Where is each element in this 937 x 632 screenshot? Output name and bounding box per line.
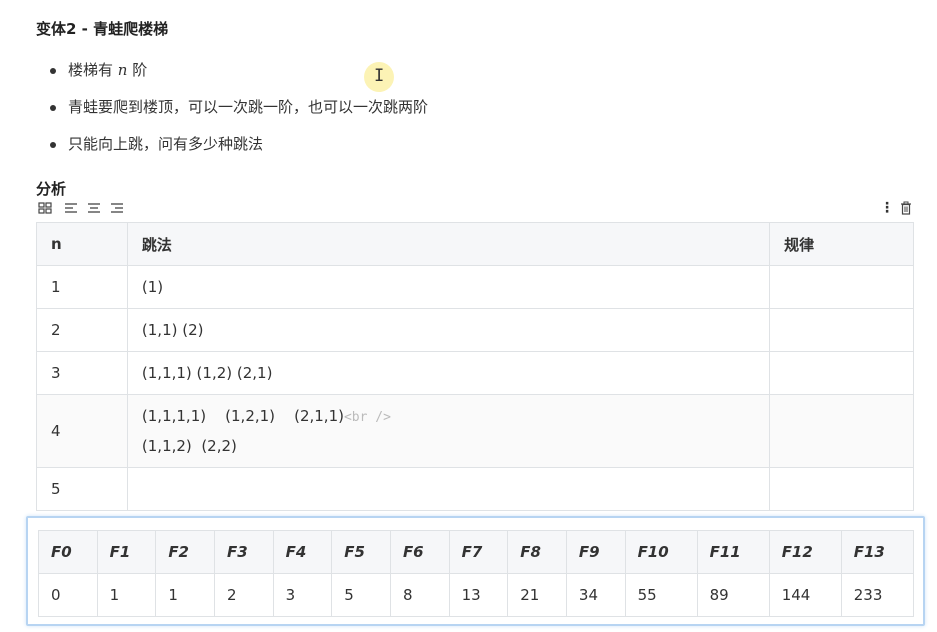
fib-value-cell[interactable]: 21 [507,573,567,617]
fib-header-cell[interactable]: F9 [565,530,626,574]
bullet-item-question: 只能向上跳，问有多少种跳法 [36,132,428,169]
align-center-icon[interactable] [87,200,101,216]
fib-header-cell[interactable]: F0 [38,530,98,574]
fib-value-cell[interactable]: 3 [272,573,333,617]
analysis-heading: 分析 [36,180,67,198]
cell-ways[interactable]: (1,1,1,1) (1,2,1) (2,1,1)<br /> (1,1,2) … [126,394,771,468]
cell-pattern[interactable] [769,394,914,468]
header-cell-ways[interactable]: 跳法 [126,222,771,266]
fib-value-cell[interactable]: 8 [389,573,450,617]
text-cursor-icon: I [374,66,385,86]
fib-value-cell[interactable]: 13 [448,573,509,617]
fib-value-cell[interactable]: 1 [96,573,157,617]
fib-value-cell[interactable]: 34 [565,573,626,617]
fib-header-cell[interactable]: F11 [696,530,770,574]
fib-value-cell[interactable]: 233 [840,573,915,617]
bullet-text: 只能向上跳，问有多少种跳法 [68,135,264,153]
fib-header-cell[interactable]: F7 [448,530,509,574]
cell-n[interactable]: 3 [36,351,128,395]
table-row: 5 [36,467,914,511]
fib-header-cell[interactable]: F8 [507,530,567,574]
fib-value-cell[interactable]: 144 [768,573,842,617]
fib-value-cell[interactable]: 0 [38,573,98,617]
cell-n[interactable]: 4 [36,394,128,468]
align-right-icon[interactable] [110,200,124,216]
fib-value-cell[interactable]: 5 [331,573,391,617]
fib-value-cell[interactable]: 2 [213,573,274,617]
cell-pattern[interactable] [769,467,914,511]
fibonacci-table-selection[interactable]: F0 F1 F2 F3 F4 F5 F6 F7 F8 F9 F10 F11 F1… [26,516,925,626]
fibonacci-table: F0 F1 F2 F3 F4 F5 F6 F7 F8 F9 F10 F11 F1… [38,530,915,617]
fib-header-cell[interactable]: F6 [389,530,450,574]
fib-header-cell[interactable]: F2 [155,530,215,574]
table-row: 4 (1,1,1,1) (1,2,1) (2,1,1)<br /> (1,1,2… [36,394,914,468]
cell-ways[interactable]: (1) [126,265,771,309]
table-row: 2 (1,1) (2) [36,308,914,352]
fib-header-cell[interactable]: F4 [272,530,333,574]
table-row: 0 1 1 2 3 5 8 13 21 34 55 89 144 233 [38,573,915,617]
cell-ways[interactable]: (1,1,1) (1,2) (2,1) [126,351,771,395]
bullet-item-jump: 青蛙要爬到楼顶，可以一次跳一阶，也可以一次跳两阶 [36,95,428,132]
cell-n[interactable]: 2 [36,308,128,352]
fib-header-cell[interactable]: F12 [768,530,842,574]
fib-header-cell[interactable]: F10 [624,530,698,574]
fib-header-cell[interactable]: F1 [96,530,157,574]
header-cell-pattern[interactable]: 规律 [769,222,914,266]
bullet-text: 阶 [127,61,148,79]
analysis-table: n 跳法 规律 1 (1) 2 (1,1) (2) 3 (1,1,1) (1,2… [36,222,914,511]
header-cell-n[interactable]: n [36,222,128,266]
cell-pattern[interactable] [769,265,914,309]
fib-header-cell[interactable]: F13 [840,530,915,574]
fib-header-cell[interactable]: F3 [213,530,274,574]
cell-pattern[interactable] [769,308,914,352]
section-title: 变体2 - 青蛙爬楼梯 [36,20,169,38]
trash-icon[interactable] [900,201,912,215]
align-left-icon[interactable] [64,200,78,216]
bullet-text: 青蛙要爬到楼顶，可以一次跳一阶，也可以一次跳两阶 [68,98,429,116]
bullet-text: 楼梯有 [68,61,118,79]
br-tag-text: <br /> [343,410,391,425]
grid-icon[interactable] [38,200,52,216]
cell-ways-line2: (1,1,2) (2,2) [141,437,237,455]
table-toolbar: ⋮ [36,200,914,218]
cell-n[interactable]: 1 [36,265,128,309]
cell-pattern[interactable] [769,351,914,395]
table-row: 3 (1,1,1) (1,2) (2,1) [36,351,914,395]
fib-value-cell[interactable]: 1 [155,573,215,617]
cell-ways[interactable] [126,467,771,511]
cell-n[interactable]: 5 [36,467,128,511]
cell-ways-line1: (1,1,1,1) (1,2,1) (2,1,1) [141,407,344,425]
table-row: 1 (1) [36,265,914,309]
more-vertical-icon[interactable]: ⋮ [880,200,894,216]
cell-ways[interactable]: (1,1) (2) [126,308,771,352]
math-variable-n: n [117,61,128,79]
fib-header-cell[interactable]: F5 [331,530,391,574]
fib-value-cell[interactable]: 89 [696,573,770,617]
fib-value-cell[interactable]: 55 [624,573,698,617]
table-header-row: n 跳法 规律 [36,222,914,266]
table-header-row: F0 F1 F2 F3 F4 F5 F6 F7 F8 F9 F10 F11 F1… [38,530,915,574]
